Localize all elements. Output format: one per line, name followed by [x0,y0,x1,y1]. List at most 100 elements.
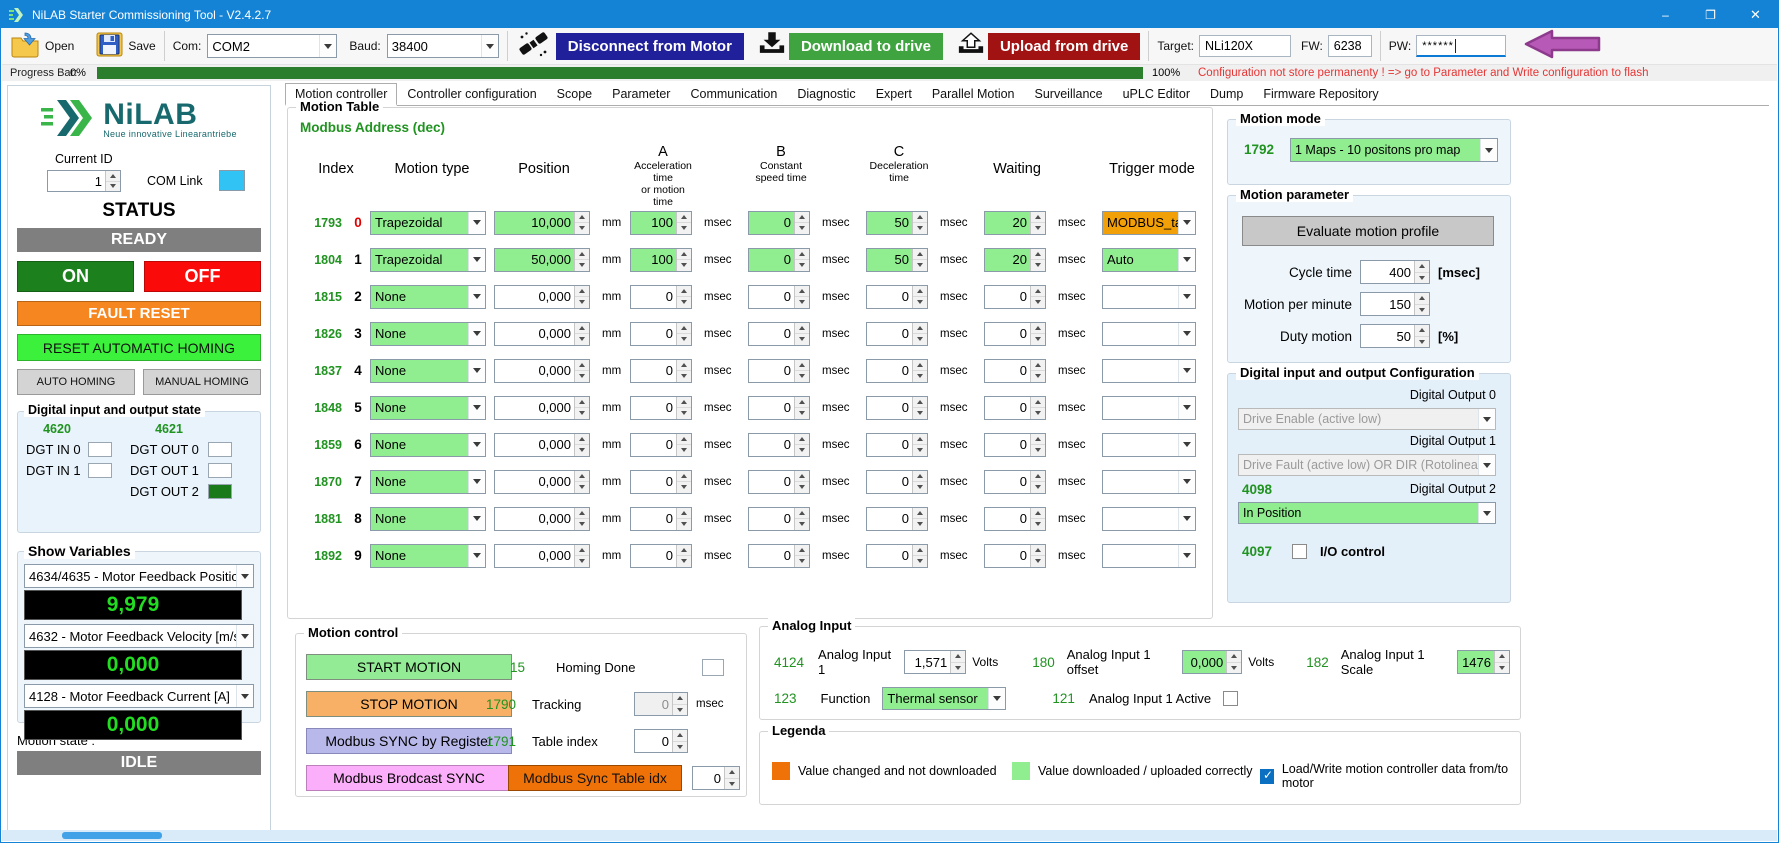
spinner-up-icon[interactable] [106,171,120,182]
decel-time-input[interactable]: 0 [866,506,928,531]
position-input[interactable]: 0,000 [494,358,590,383]
tab-expert[interactable]: Expert [866,83,922,105]
spinner-up-icon[interactable] [1415,293,1429,305]
motion-type-select[interactable]: None [370,469,486,494]
fw-input[interactable]: 6238 [1327,35,1372,57]
spinner-down-icon[interactable] [677,445,691,456]
motion-type-select[interactable]: None [370,358,486,383]
accel-time-input[interactable]: 100 [630,210,692,235]
spinner-down-icon[interactable] [1031,371,1045,382]
spinner-down-icon[interactable] [795,482,809,493]
spinner-down-icon[interactable] [1031,260,1045,271]
position-input[interactable]: 0,000 [494,284,590,309]
spinner-down-icon[interactable] [1415,272,1429,283]
spinner-up-icon[interactable] [913,507,927,519]
tab-parallel-motion[interactable]: Parallel Motion [922,83,1025,105]
motion-type-select[interactable]: None [370,284,486,309]
scrollbar-thumb[interactable] [62,832,162,839]
position-input[interactable]: 0,000 [494,432,590,457]
stop-motion-button[interactable]: STOP MOTION [306,691,512,717]
decel-time-input[interactable]: 0 [866,284,928,309]
spinner-down-icon[interactable] [913,334,927,345]
accel-time-input[interactable]: 0 [630,395,692,420]
waiting-input[interactable]: 0 [984,432,1046,457]
position-input[interactable]: 0,000 [494,395,590,420]
tab-firmware-repository[interactable]: Firmware Repository [1253,83,1388,105]
com-port-select[interactable]: COM2 [207,34,338,58]
decel-time-input[interactable]: 0 [866,432,928,457]
spinner-up-icon[interactable] [677,359,691,371]
analog-input1-active-checkbox[interactable] [1223,690,1239,706]
spinner-up-icon[interactable] [1415,325,1429,337]
spinner-down-icon[interactable] [725,778,739,789]
trigger-mode-select[interactable] [1102,321,1196,346]
spinner-up-icon[interactable] [795,359,809,371]
spinner-down-icon[interactable] [677,371,691,382]
spinner-down-icon[interactable] [913,408,927,419]
spinner-up-icon[interactable] [575,396,589,408]
upload-from-drive-button[interactable]: Upload from drive [987,32,1141,60]
off-button[interactable]: OFF [144,261,261,292]
spinner-up-icon[interactable] [1031,507,1045,519]
spinner-down-icon[interactable] [575,371,589,382]
waiting-input[interactable]: 0 [984,506,1046,531]
spinner-up-icon[interactable] [913,248,927,260]
waiting-input[interactable]: 0 [984,358,1046,383]
spinner-up-icon[interactable] [795,248,809,260]
spinner-up-icon[interactable] [913,433,927,445]
spinner-down-icon[interactable] [795,519,809,530]
accel-time-input[interactable]: 0 [630,469,692,494]
const-speed-time-input[interactable]: 0 [748,321,810,346]
accel-time-input[interactable]: 0 [630,284,692,309]
spinner-down-icon[interactable] [1031,223,1045,234]
spinner-up-icon[interactable] [795,211,809,223]
spinner-up-icon[interactable] [1495,651,1509,663]
spinner-down-icon[interactable] [1031,334,1045,345]
spinner-up-icon[interactable] [575,507,589,519]
spinner-down-icon[interactable] [795,556,809,567]
spinner-up-icon[interactable] [795,322,809,334]
spinner-down-icon[interactable] [575,482,589,493]
spinner-up-icon[interactable] [575,433,589,445]
const-speed-time-input[interactable]: 0 [748,506,810,531]
spinner-down-icon[interactable] [575,556,589,567]
accel-time-input[interactable]: 100 [630,247,692,272]
digital-output2-select[interactable]: In Position [1238,502,1496,524]
spinner-down-icon[interactable] [913,556,927,567]
spinner-down-icon[interactable] [677,519,691,530]
spinner-down-icon[interactable] [795,445,809,456]
spinner-down-icon[interactable] [795,260,809,271]
motion-type-select[interactable]: Trapezoidal [370,247,486,272]
accel-time-input[interactable]: 0 [630,543,692,568]
spinner-up-icon[interactable] [795,470,809,482]
spinner-down-icon[interactable] [1031,445,1045,456]
spinner-up-icon[interactable] [1415,261,1429,273]
spinner-down-icon[interactable] [913,519,927,530]
offset-input[interactable]: 0,000 [1181,650,1243,674]
tab-uplc-editor[interactable]: uPLC Editor [1113,83,1200,105]
save-button[interactable]: Save [96,32,156,60]
position-input[interactable]: 10,000 [494,210,590,235]
motion-type-select[interactable]: None [370,543,486,568]
disconnect-motor-button[interactable]: Disconnect from Motor [555,32,744,60]
tab-controller-configuration[interactable]: Controller configuration [397,83,546,105]
modbus-broadcast-sync-button[interactable]: Modbus Brodcast SYNC [306,765,512,791]
scale-input[interactable]: 1476 [1456,650,1510,674]
spinner-down-icon[interactable] [795,334,809,345]
const-speed-time-input[interactable]: 0 [748,543,810,568]
spinner-down-icon[interactable] [575,297,589,308]
accel-time-input[interactable]: 0 [630,432,692,457]
evaluate-motion-profile-button[interactable]: Evaluate motion profile [1242,216,1494,246]
motion-type-select[interactable]: Trapezoidal [370,210,486,235]
analog-input1-value-input[interactable]: 1,571 [904,650,967,674]
spinner-up-icon[interactable] [795,507,809,519]
spinner-up-icon[interactable] [575,248,589,260]
spinner-down-icon[interactable] [1031,519,1045,530]
spinner-down-icon[interactable] [575,408,589,419]
spinner-down-icon[interactable] [1227,662,1242,673]
digital-output1-select[interactable]: Drive Fault (active low) OR DIR (Rotolin… [1238,454,1496,476]
waiting-input[interactable]: 0 [984,395,1046,420]
download-to-drive-button[interactable]: Download to drive [788,32,943,60]
accel-time-input[interactable]: 0 [630,506,692,531]
modbus-sync-register-button[interactable]: Modbus SYNC by Register [306,728,512,754]
